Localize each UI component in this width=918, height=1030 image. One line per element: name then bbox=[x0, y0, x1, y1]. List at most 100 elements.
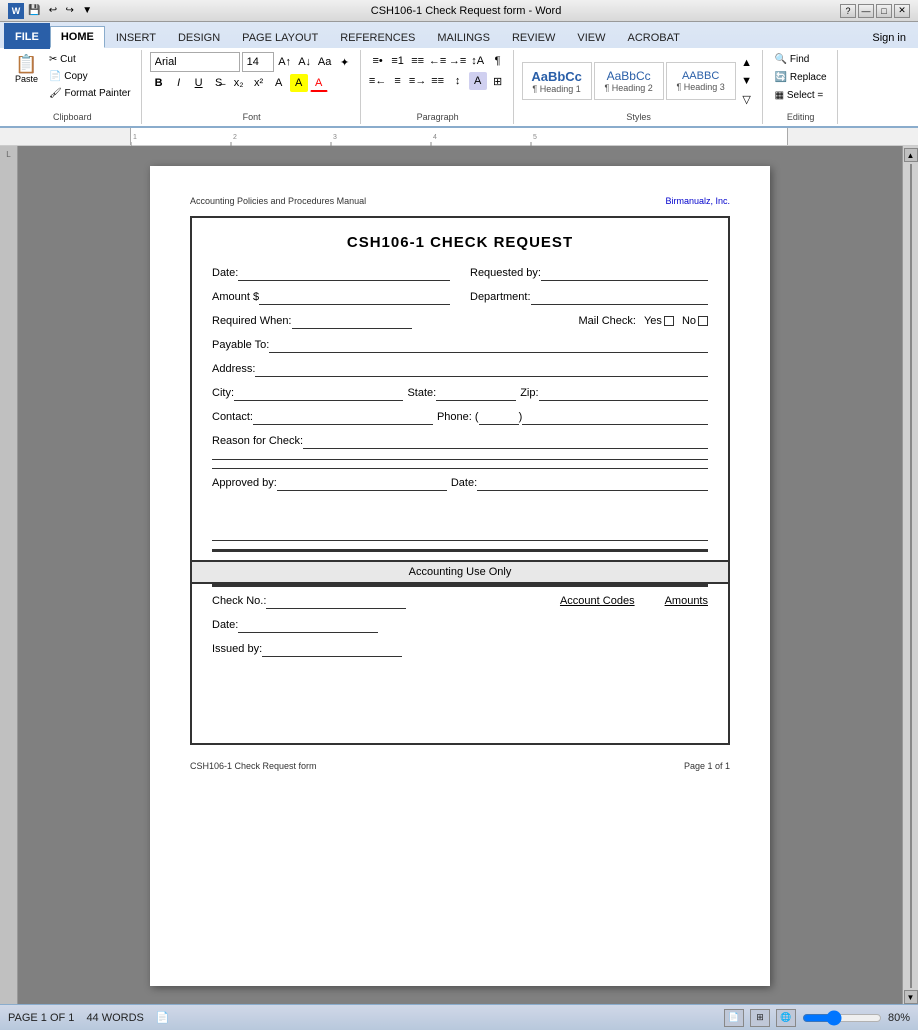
footer-right: Page 1 of 1 bbox=[684, 761, 730, 771]
close-btn[interactable]: ✕ bbox=[894, 4, 910, 18]
numbering-btn[interactable]: ≡1 bbox=[389, 52, 407, 70]
line-spacing-btn[interactable]: ↕ bbox=[449, 72, 467, 90]
field-required-when: Required When: bbox=[212, 315, 559, 329]
scrollbar-right[interactable]: ▲ ▼ bbox=[902, 146, 918, 1004]
tab-file[interactable]: FILE bbox=[4, 23, 50, 49]
shading-btn[interactable]: A bbox=[469, 72, 487, 90]
align-center-btn[interactable]: ≡ bbox=[389, 72, 407, 90]
strikethrough-btn[interactable]: S̶ bbox=[210, 74, 228, 92]
scroll-up-btn[interactable]: ▲ bbox=[904, 148, 918, 162]
svg-text:2: 2 bbox=[233, 134, 237, 141]
word-count: 44 WORDS bbox=[86, 1012, 143, 1024]
department-underline bbox=[531, 291, 708, 305]
required-when-label: Required When: bbox=[212, 315, 292, 327]
yes-checkbox[interactable] bbox=[664, 316, 674, 326]
status-bar: PAGE 1 OF 1 44 WORDS 📄 📄 ⊞ 🌐 80% bbox=[0, 1004, 918, 1030]
language-icon: 📄 bbox=[156, 1011, 170, 1024]
tab-page-layout[interactable]: PAGE LAYOUT bbox=[231, 26, 329, 48]
styles-expand[interactable]: ▽ bbox=[738, 90, 756, 108]
tab-review[interactable]: REVIEW bbox=[501, 26, 566, 48]
form-row-check: Check No.: Account Codes Amounts bbox=[212, 595, 708, 609]
text-effect-btn[interactable]: A bbox=[270, 74, 288, 92]
reason-line-3 bbox=[212, 468, 708, 469]
word-icon: W bbox=[8, 3, 24, 19]
address-underline bbox=[255, 363, 708, 377]
font-size-input[interactable] bbox=[242, 52, 274, 72]
multilevel-btn[interactable]: ≡≡ bbox=[409, 52, 427, 70]
form-container: CSH106-1 CHECK REQUEST Date: Requested b… bbox=[190, 216, 730, 745]
styles-scroll-up[interactable]: ▲ bbox=[738, 54, 756, 72]
replace-button[interactable]: 🔄 Replace bbox=[771, 70, 831, 85]
highlight-btn[interactable]: A bbox=[290, 74, 308, 92]
paste-icon: 📋 bbox=[15, 55, 37, 73]
phone-label: Phone: ( bbox=[437, 411, 479, 423]
increase-indent-btn[interactable]: →≡ bbox=[449, 52, 467, 70]
show-marks-btn[interactable]: ¶ bbox=[489, 52, 507, 70]
form-row-5: Address: bbox=[212, 363, 708, 377]
approved-by-underline bbox=[277, 477, 447, 491]
superscript-btn[interactable]: x² bbox=[250, 74, 268, 92]
clear-format-btn[interactable]: ✦ bbox=[336, 53, 354, 71]
select-button[interactable]: ▦ Select = bbox=[771, 88, 828, 103]
state-label: State: bbox=[407, 387, 436, 399]
style-heading1[interactable]: AaBbCc ¶ Heading 1 bbox=[522, 62, 592, 100]
contact-underline bbox=[253, 411, 433, 425]
no-checkbox[interactable] bbox=[698, 316, 708, 326]
decrease-indent-btn[interactable]: ←≡ bbox=[429, 52, 447, 70]
style-heading3[interactable]: AABBC ¶ Heading 3 bbox=[666, 62, 736, 100]
bold-btn[interactable]: B bbox=[150, 74, 168, 92]
maximize-btn[interactable]: □ bbox=[876, 4, 892, 18]
requested-by-underline bbox=[541, 267, 708, 281]
city-label: City: bbox=[212, 387, 234, 399]
footer-left: CSH106-1 Check Request form bbox=[190, 761, 317, 771]
tab-acrobat[interactable]: ACROBAT bbox=[616, 26, 690, 48]
style-heading2[interactable]: AaBbCc ¶ Heading 2 bbox=[594, 62, 664, 100]
tab-insert[interactable]: INSERT bbox=[105, 26, 167, 48]
underline-btn[interactable]: U bbox=[190, 74, 208, 92]
ruler: 1 2 3 4 5 bbox=[0, 128, 918, 146]
tab-view[interactable]: VIEW bbox=[566, 26, 616, 48]
document-area[interactable]: Accounting Policies and Procedures Manua… bbox=[18, 146, 902, 1004]
scroll-down-btn[interactable]: ▼ bbox=[904, 990, 918, 1004]
accounting-section: Accounting Use Only bbox=[192, 560, 728, 584]
find-button[interactable]: 🔍 Find bbox=[771, 52, 814, 67]
justify-btn[interactable]: ≡≡ bbox=[429, 72, 447, 90]
align-right-btn[interactable]: ≡→ bbox=[409, 72, 427, 90]
group-editing: 🔍 Find 🔄 Replace ▦ Select = Editing bbox=[765, 50, 838, 124]
tab-design[interactable]: DESIGN bbox=[167, 26, 231, 48]
amount-underline bbox=[259, 291, 450, 305]
payable-to-underline bbox=[269, 339, 708, 353]
signature-area bbox=[212, 501, 708, 541]
sign-in-btn[interactable]: Sign in bbox=[864, 28, 914, 48]
align-left-btn[interactable]: ≡← bbox=[369, 72, 387, 90]
italic-btn[interactable]: I bbox=[170, 74, 188, 92]
minimize-btn[interactable]: — bbox=[858, 4, 874, 18]
form-row-6: City: State: Zip: bbox=[212, 387, 708, 401]
issued-by-underline bbox=[262, 643, 402, 657]
bullets-btn[interactable]: ≡• bbox=[369, 52, 387, 70]
font-color-btn[interactable]: A bbox=[310, 74, 328, 92]
sort-btn[interactable]: ↕A bbox=[469, 52, 487, 70]
zip-underline bbox=[539, 387, 708, 401]
scroll-thumb[interactable] bbox=[910, 164, 912, 988]
tab-mailings[interactable]: MAILINGS bbox=[426, 26, 501, 48]
change-case-btn[interactable]: Aa bbox=[316, 53, 334, 71]
subscript-btn[interactable]: x₂ bbox=[230, 74, 248, 92]
tab-references[interactable]: REFERENCES bbox=[329, 26, 426, 48]
grow-font-btn[interactable]: A↑ bbox=[276, 53, 294, 71]
copy-button[interactable]: 📄 Copy bbox=[45, 69, 135, 84]
styles-scroll-down[interactable]: ▼ bbox=[738, 72, 756, 90]
tab-home[interactable]: HOME bbox=[50, 26, 105, 48]
styles-label: Styles bbox=[522, 110, 756, 122]
cut-button[interactable]: ✂ Cut bbox=[45, 52, 135, 67]
shrink-font-btn[interactable]: A↓ bbox=[296, 53, 314, 71]
group-paragraph: ≡• ≡1 ≡≡ ←≡ →≡ ↕A ¶ ≡← ≡ ≡→ ≡≡ ↕ A ⊞ bbox=[363, 50, 514, 124]
paste-button[interactable]: 📋 Paste bbox=[10, 52, 43, 87]
borders-btn[interactable]: ⊞ bbox=[489, 72, 507, 90]
field-amount: Amount $ bbox=[212, 291, 450, 305]
help-btn[interactable]: ? bbox=[840, 4, 856, 18]
check-no-underline bbox=[266, 595, 406, 609]
zoom-slider[interactable] bbox=[802, 1012, 882, 1024]
font-name-input[interactable] bbox=[150, 52, 240, 72]
format-painter-button[interactable]: 🖌 Format Painter bbox=[45, 86, 135, 101]
